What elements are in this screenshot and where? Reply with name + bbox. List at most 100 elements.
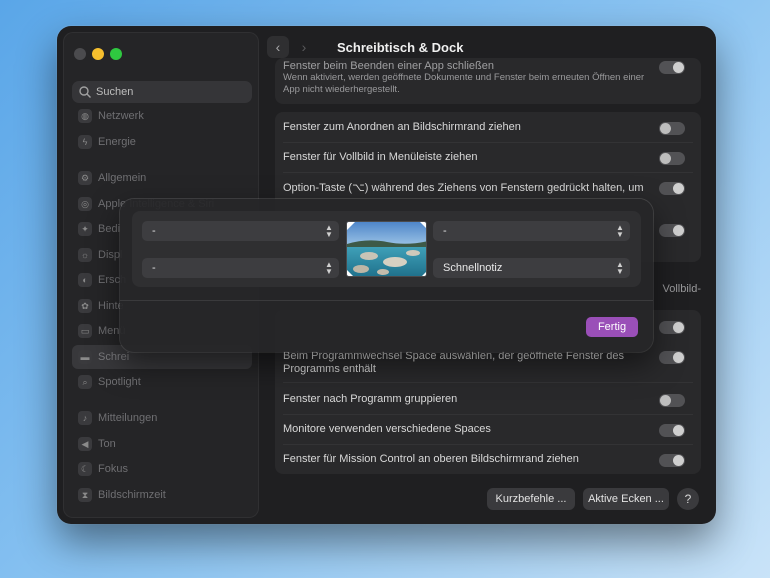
row-space-switch: Beim Programmwechsel Space auswählen, de… — [283, 350, 633, 376]
toggle-option-key[interactable] — [659, 182, 685, 195]
setting-label: Fenster für Mission Control an oberen Bi… — [283, 453, 579, 465]
updown-chevron-icon: ▲ ▼ — [616, 223, 624, 239]
select-value: - — [152, 225, 156, 237]
hourglass-icon: ⧗ — [78, 488, 92, 502]
zoom-window-button[interactable] — [110, 48, 122, 60]
sidebar-item-network[interactable]: ◍ Netzwerk — [72, 104, 252, 128]
sidebar-item-label: Mitteilungen — [98, 412, 158, 424]
bolt-icon: ϟ — [78, 135, 92, 149]
flower-icon: ✿ — [78, 299, 92, 313]
sidebar-item-general[interactable]: ⚙ Allgemein — [72, 166, 252, 190]
row-drag-edge: Fenster zum Anordnen an Bildschirmrand z… — [283, 121, 693, 133]
divider — [283, 414, 693, 415]
close-window-button[interactable] — [74, 48, 86, 60]
sidebar-item-label: Netzwerk — [98, 110, 144, 122]
toggle-mission-control-top[interactable] — [659, 454, 685, 467]
dock-icon: ▬ — [78, 350, 92, 364]
sidebar-item-label: Schrei — [98, 351, 130, 363]
search-placeholder: Suchen — [96, 86, 134, 98]
sidebar-item-label: Allgemein — [98, 172, 147, 184]
minimize-window-button[interactable] — [92, 48, 104, 60]
sidebar-item-focus[interactable]: ☾ Fokus — [72, 457, 252, 481]
setting-label: Monitore verwenden verschiedene Spaces — [283, 423, 491, 435]
bell-icon: ♪ — [78, 411, 92, 425]
setting-label: Beim Programmwechsel Space auswählen, de… — [283, 350, 624, 375]
shortcuts-button[interactable]: Kurzbefehle ... — [487, 488, 575, 510]
page-title: Schreibtisch & Dock — [337, 39, 464, 55]
sidebar-item-label: Fokus — [98, 463, 128, 475]
help-button[interactable]: ? — [677, 488, 699, 510]
search-input[interactable]: Suchen — [72, 81, 252, 103]
sidebar-item-spotlight[interactable]: ⌕ Spotlight — [72, 370, 252, 394]
bottom-left-corner-select[interactable]: - ▲ ▼ — [142, 258, 339, 278]
setting-label: Fenster nach Programm gruppieren — [283, 393, 458, 405]
select-value: - — [443, 225, 447, 237]
setting-label: Fenster beim Beenden einer App schließen — [283, 60, 494, 72]
siri-icon: ◎ — [78, 197, 92, 211]
forward-button[interactable]: › — [293, 36, 315, 58]
sidebar-item-label: Bedi — [98, 223, 121, 235]
wallpaper-preview — [346, 221, 427, 277]
top-right-corner-select[interactable]: - ▲ ▼ — [433, 221, 630, 241]
toggle-hidden-setting[interactable] — [659, 224, 685, 237]
updown-chevron-icon: ▲ ▼ — [325, 223, 333, 239]
setting-label: Fenster für Vollbild in Menüleiste ziehe… — [283, 151, 478, 163]
divider — [283, 172, 693, 173]
lake-wallpaper-image — [347, 222, 426, 276]
setting-description: Wenn aktiviert, werden geöffnete Dokumen… — [283, 72, 645, 95]
row-close-windows-sub: Wenn aktiviert, werden geöffnete Dokumen… — [283, 72, 653, 96]
sun-icon: ☼ — [78, 248, 92, 262]
toggle-space-switch[interactable] — [659, 351, 685, 364]
divider — [283, 444, 693, 445]
globe-icon: ◍ — [78, 109, 92, 123]
divider — [283, 382, 693, 383]
sheet-divider — [120, 300, 653, 301]
hot-corners-button[interactable]: Aktive Ecken ... — [583, 488, 669, 510]
magnifier-icon: ⌕ — [78, 375, 92, 389]
sidebar-item-energy[interactable]: ϟ Energie — [72, 130, 252, 154]
accessibility-icon: ✦ — [78, 222, 92, 236]
speaker-icon: ◀ — [78, 437, 92, 451]
select-value: Schnellnotiz — [443, 262, 503, 274]
chevron-left-icon: ‹ — [275, 39, 281, 55]
search-icon — [79, 86, 91, 98]
chevron-right-icon: › — [301, 39, 307, 55]
sidebar-item-sound[interactable]: ◀ Ton — [72, 432, 252, 456]
sidebar-item-screentime[interactable]: ⧗ Bildschirmzeit — [72, 483, 252, 507]
menu-bar-icon: ▭ — [78, 324, 92, 338]
toolbar: ‹ › Schreibtisch & Dock — [267, 36, 463, 58]
row-group-apps: Fenster nach Programm gruppieren — [283, 393, 693, 405]
toggle-close-windows[interactable] — [659, 61, 685, 74]
sidebar-item-label: Spotlight — [98, 376, 141, 388]
settings-group-close-windows: Fenster beim Beenden einer App schließen… — [275, 58, 701, 104]
updown-chevron-icon: ▲ ▼ — [325, 260, 333, 276]
row-close-windows: Fenster beim Beenden einer App schließen — [283, 60, 693, 72]
sidebar-item-label: Bildschirmzeit — [98, 489, 166, 501]
row-separate-spaces: Monitore verwenden verschiedene Spaces — [283, 423, 693, 435]
back-button[interactable]: ‹ — [267, 36, 289, 58]
sidebar-item-label: Displ — [98, 249, 123, 261]
row-drag-menubar: Fenster für Vollbild in Menüleiste ziehe… — [283, 151, 693, 163]
setting-label: Option-Taste (⌥) während des Ziehens von… — [283, 182, 644, 194]
toggle-drag-edge[interactable] — [659, 122, 685, 135]
select-value: - — [152, 262, 156, 274]
toggle-hidden-setting-2[interactable] — [659, 321, 685, 334]
bottom-right-corner-select[interactable]: Schnellnotiz ▲ ▼ — [433, 258, 630, 278]
sidebar-item-label: Ton — [98, 438, 116, 450]
done-button[interactable]: Fertig — [586, 317, 638, 337]
top-left-corner-select[interactable]: - ▲ ▼ — [142, 221, 339, 241]
sidebar-item-label: Energie — [98, 136, 136, 148]
gear-icon: ⚙ — [78, 171, 92, 185]
toggle-group-apps[interactable] — [659, 394, 685, 407]
divider — [283, 142, 693, 143]
toggle-drag-menubar[interactable] — [659, 152, 685, 165]
hot-corners-sheet: - ▲ ▼ - ▲ ▼ - ▲ ▼ Schnellnotiz ▲ ▼ Ferti… — [120, 199, 653, 352]
row-mission-control-top: Fenster für Mission Control an oberen Bi… — [283, 453, 693, 465]
vollbild-fragment: Vollbild- — [662, 283, 701, 295]
moon-icon: ☾ — [78, 462, 92, 476]
sidebar-item-notifications[interactable]: ♪ Mitteilungen — [72, 406, 252, 430]
appearance-icon: ◐ — [78, 273, 92, 287]
toggle-separate-spaces[interactable] — [659, 424, 685, 437]
setting-label: Fenster zum Anordnen an Bildschirmrand z… — [283, 121, 521, 133]
updown-chevron-icon: ▲ ▼ — [616, 260, 624, 276]
